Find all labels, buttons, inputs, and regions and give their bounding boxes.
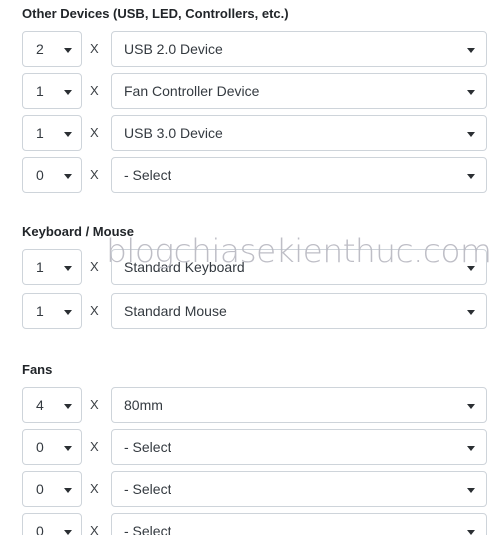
chevron-down-icon bbox=[467, 266, 475, 271]
quantity-value: 0 bbox=[36, 439, 44, 455]
component-select-other-devices-2[interactable]: USB 3.0 Device bbox=[111, 115, 487, 151]
chevron-down-icon bbox=[467, 530, 475, 535]
component-value: Fan Controller Device bbox=[124, 83, 260, 99]
component-select-other-devices-1[interactable]: Fan Controller Device bbox=[111, 73, 487, 109]
section-title-keyboard-mouse: Keyboard / Mouse bbox=[22, 224, 134, 239]
component-row: 1 X USB 3.0 Device bbox=[0, 115, 504, 151]
quantity-select-fans-2[interactable]: 0 bbox=[22, 471, 82, 507]
component-select-other-devices-3[interactable]: - Select bbox=[111, 157, 487, 193]
multiplier-label: X bbox=[90, 125, 99, 140]
quantity-select-keyboard-mouse-0[interactable]: 1 bbox=[22, 249, 82, 285]
quantity-select-other-devices-1[interactable]: 1 bbox=[22, 73, 82, 109]
component-value: USB 2.0 Device bbox=[124, 41, 223, 57]
quantity-value: 4 bbox=[36, 397, 44, 413]
chevron-down-icon bbox=[467, 488, 475, 493]
quantity-value: 2 bbox=[36, 41, 44, 57]
chevron-down-icon bbox=[64, 174, 72, 179]
chevron-down-icon bbox=[64, 404, 72, 409]
component-value: Standard Mouse bbox=[124, 303, 227, 319]
multiplier-label: X bbox=[90, 523, 99, 535]
quantity-value: 0 bbox=[36, 523, 44, 535]
component-row: 0 X - Select bbox=[0, 429, 504, 465]
section-title-other-devices: Other Devices (USB, LED, Controllers, et… bbox=[22, 6, 289, 21]
chevron-down-icon bbox=[467, 446, 475, 451]
section-title-fans: Fans bbox=[22, 362, 53, 377]
multiplier-label: X bbox=[90, 259, 99, 274]
quantity-value: 0 bbox=[36, 167, 44, 183]
component-select-keyboard-mouse-0[interactable]: Standard Keyboard bbox=[111, 249, 487, 285]
pc-builder-components-panel: Other Devices (USB, LED, Controllers, et… bbox=[0, 0, 504, 535]
chevron-down-icon bbox=[64, 530, 72, 535]
component-select-other-devices-0[interactable]: USB 2.0 Device bbox=[111, 31, 487, 67]
component-value: USB 3.0 Device bbox=[124, 125, 223, 141]
chevron-down-icon bbox=[64, 446, 72, 451]
chevron-down-icon bbox=[467, 404, 475, 409]
component-row: 1 X Fan Controller Device bbox=[0, 73, 504, 109]
component-row: 1 X Standard Keyboard bbox=[0, 249, 504, 285]
component-value: 80mm bbox=[124, 397, 163, 413]
component-select-fans-2[interactable]: - Select bbox=[111, 471, 487, 507]
chevron-down-icon bbox=[467, 48, 475, 53]
quantity-select-fans-1[interactable]: 0 bbox=[22, 429, 82, 465]
chevron-down-icon bbox=[64, 488, 72, 493]
quantity-value: 1 bbox=[36, 83, 44, 99]
chevron-down-icon bbox=[64, 310, 72, 315]
multiplier-label: X bbox=[90, 41, 99, 56]
multiplier-label: X bbox=[90, 481, 99, 496]
quantity-value: 1 bbox=[36, 125, 44, 141]
quantity-select-other-devices-2[interactable]: 1 bbox=[22, 115, 82, 151]
component-row: 0 X - Select bbox=[0, 157, 504, 193]
component-row: 1 X Standard Mouse bbox=[0, 293, 504, 329]
component-row: 0 X - Select bbox=[0, 513, 504, 535]
component-value: - Select bbox=[124, 439, 172, 455]
quantity-value: 1 bbox=[36, 259, 44, 275]
quantity-value: 1 bbox=[36, 303, 44, 319]
quantity-select-fans-3[interactable]: 0 bbox=[22, 513, 82, 535]
component-select-fans-3[interactable]: - Select bbox=[111, 513, 487, 535]
component-row: 2 X USB 2.0 Device bbox=[0, 31, 504, 67]
quantity-select-other-devices-0[interactable]: 2 bbox=[22, 31, 82, 67]
chevron-down-icon bbox=[64, 90, 72, 95]
component-value: - Select bbox=[124, 481, 172, 497]
chevron-down-icon bbox=[467, 174, 475, 179]
chevron-down-icon bbox=[467, 132, 475, 137]
component-select-fans-1[interactable]: - Select bbox=[111, 429, 487, 465]
component-select-keyboard-mouse-1[interactable]: Standard Mouse bbox=[111, 293, 487, 329]
quantity-select-other-devices-3[interactable]: 0 bbox=[22, 157, 82, 193]
chevron-down-icon bbox=[64, 266, 72, 271]
chevron-down-icon bbox=[64, 48, 72, 53]
component-row: 4 X 80mm bbox=[0, 387, 504, 423]
component-value: - Select bbox=[124, 523, 172, 535]
multiplier-label: X bbox=[90, 167, 99, 182]
multiplier-label: X bbox=[90, 303, 99, 318]
quantity-value: 0 bbox=[36, 481, 44, 497]
chevron-down-icon bbox=[64, 132, 72, 137]
component-value: Standard Keyboard bbox=[124, 259, 245, 275]
component-select-fans-0[interactable]: 80mm bbox=[111, 387, 487, 423]
quantity-select-keyboard-mouse-1[interactable]: 1 bbox=[22, 293, 82, 329]
chevron-down-icon bbox=[467, 310, 475, 315]
multiplier-label: X bbox=[90, 83, 99, 98]
component-value: - Select bbox=[124, 167, 172, 183]
multiplier-label: X bbox=[90, 397, 99, 412]
quantity-select-fans-0[interactable]: 4 bbox=[22, 387, 82, 423]
component-row: 0 X - Select bbox=[0, 471, 504, 507]
multiplier-label: X bbox=[90, 439, 99, 454]
chevron-down-icon bbox=[467, 90, 475, 95]
